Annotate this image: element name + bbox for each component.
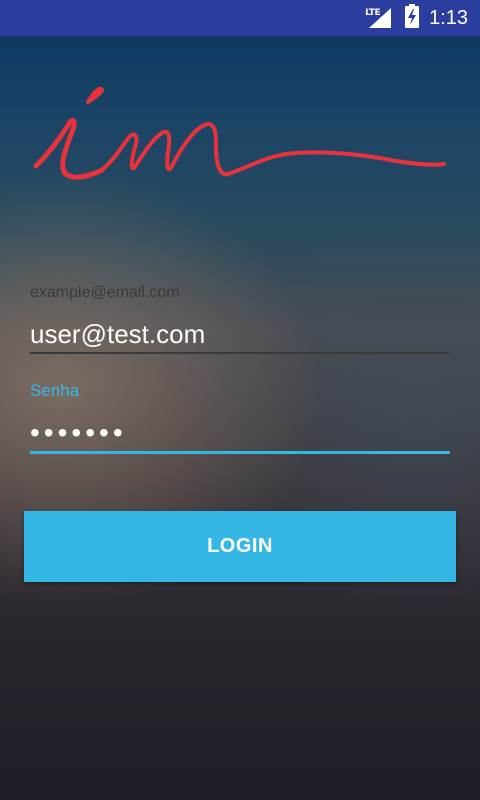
lte-signal-icon: LTE (365, 6, 393, 30)
email-label: example@email.com (30, 284, 180, 301)
password-input[interactable] (30, 415, 450, 454)
status-icons: LTE 1:13 (365, 0, 468, 36)
email-input[interactable] (30, 316, 450, 354)
clock: 1:13 (429, 6, 468, 29)
battery-charging-icon (405, 4, 420, 32)
status-bar: LTE 1:13 (0, 0, 480, 36)
login-button[interactable]: LOGIN (24, 511, 456, 582)
password-label: Senha (30, 381, 80, 400)
login-screen: LTE 1:13 example@email.com user@test.com… (0, 0, 480, 800)
brand-logo (30, 80, 450, 190)
